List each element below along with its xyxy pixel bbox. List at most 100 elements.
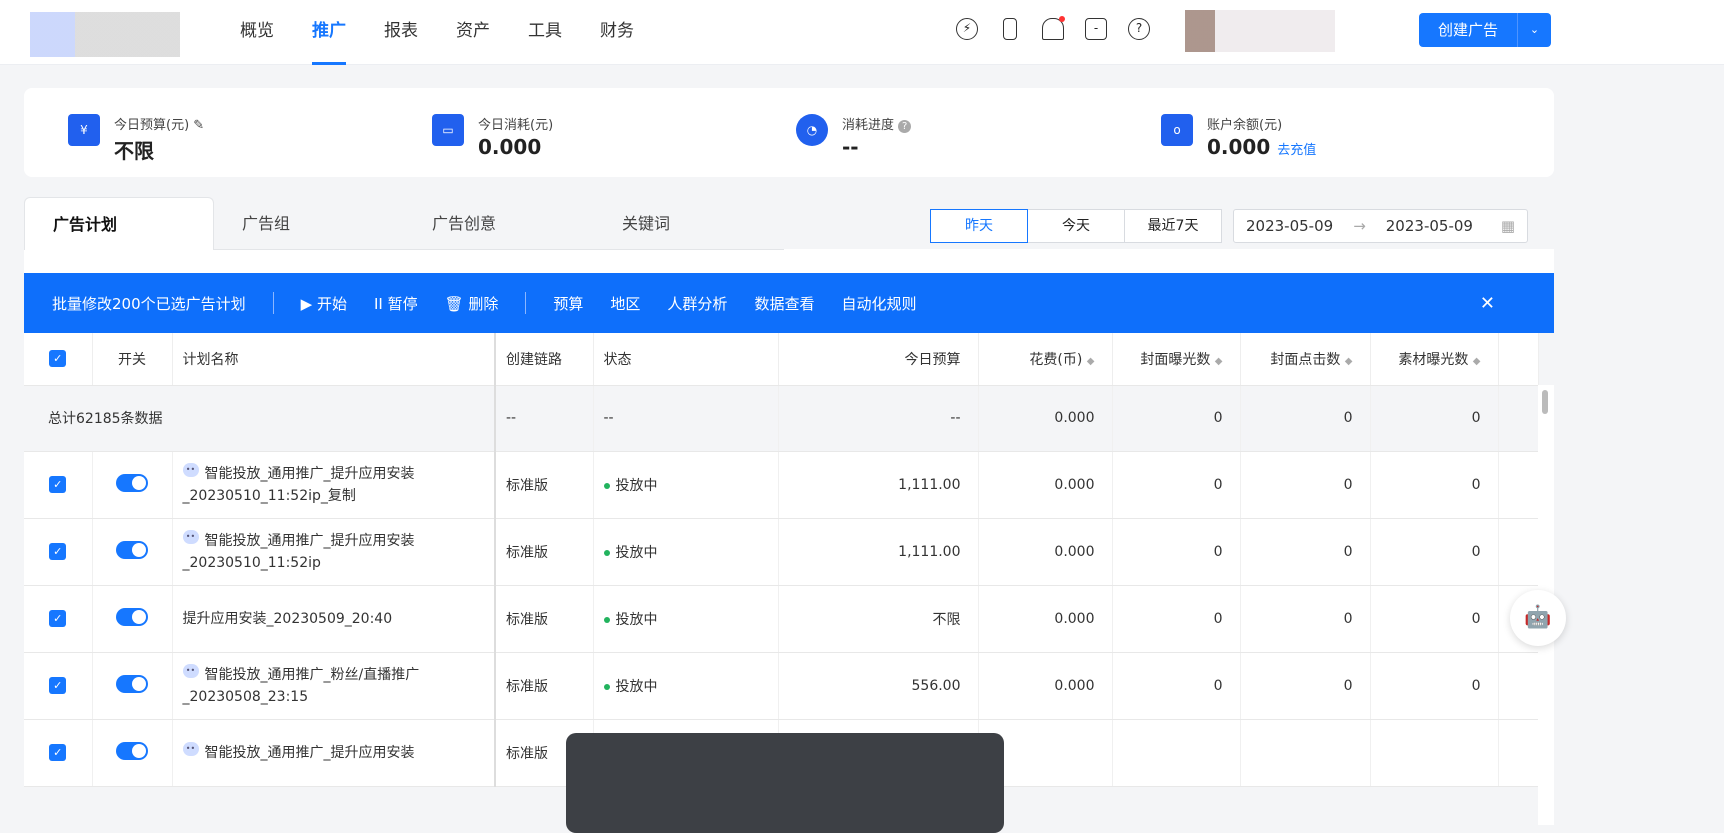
row-toggle[interactable] xyxy=(116,741,148,760)
user-avatar[interactable] xyxy=(1185,10,1335,52)
smart-bot-icon: •• xyxy=(182,529,199,544)
cell-chain: 标准版 xyxy=(495,585,594,653)
date-quick-select: 昨天 今天 最近7天 xyxy=(930,209,1222,243)
calendar-icon[interactable]: ▦ xyxy=(1501,217,1515,235)
batch-budget-button[interactable]: 预算 xyxy=(553,293,583,314)
recharge-link[interactable]: 去充值 xyxy=(1277,143,1316,158)
table-row[interactable]: ✓ 提升应用安装_20230509_20:40 标准版 投放中 不限 0.000… xyxy=(24,585,1539,653)
cell-spend: 0.000 xyxy=(978,652,1113,720)
select-all-checkbox[interactable]: ✓ xyxy=(49,350,67,368)
top-nav: 概览 推广 报表 资产 工具 财务 ⚡ - ? 创建广告 ⌄ xyxy=(0,0,1724,65)
tab-keywords[interactable]: 关键词 xyxy=(594,197,784,250)
row-toggle[interactable] xyxy=(116,607,148,626)
cell-spend: 0.000 xyxy=(978,385,1113,452)
tab-creatives[interactable]: 广告创意 xyxy=(404,197,594,250)
row-checkbox[interactable]: ✓ xyxy=(49,744,67,761)
batch-title: 批量修改200个已选广告计划 xyxy=(52,294,246,313)
table-row[interactable]: ✓ •• 智能投放_通用推广_提升应用安装_20230510_11:52ip_复制… xyxy=(24,451,1539,519)
row-toggle[interactable] xyxy=(116,473,148,492)
batch-action-bar: 批量修改200个已选广告计划 ▶ 开始 II 暂停 🗑 删除 预算 地区 人群分… xyxy=(24,273,1554,333)
cell-cover-click: 0 xyxy=(1240,585,1371,653)
tab-ad-groups[interactable]: 广告组 xyxy=(214,197,404,250)
sort-icon: ◆ xyxy=(1344,355,1353,367)
stat-label: 消耗进度 xyxy=(842,118,895,133)
row-toggle[interactable] xyxy=(116,674,148,693)
cell-material-exposure: 0 xyxy=(1370,652,1499,720)
date-start[interactable]: 2023-05-09 xyxy=(1246,217,1333,235)
nav-tools[interactable]: 工具 xyxy=(528,0,562,65)
assistant-robot-icon[interactable]: 🤖 xyxy=(1510,590,1566,646)
nav-assets[interactable]: 资产 xyxy=(456,0,490,65)
batch-region-button[interactable]: 地区 xyxy=(610,293,640,314)
date-end[interactable]: 2023-05-09 xyxy=(1386,217,1473,235)
date-last7[interactable]: 最近7天 xyxy=(1124,209,1222,243)
col-cover-click[interactable]: 封面点击数 ◆ xyxy=(1240,333,1371,386)
table-row[interactable]: ✓ •• 智能投放_通用推广_粉丝/直播推广_20230508_23:15 标准版… xyxy=(24,652,1539,720)
message-icon[interactable]: - xyxy=(1085,18,1107,40)
nav-reports[interactable]: 报表 xyxy=(384,0,418,65)
col-switch: 开关 xyxy=(92,333,173,386)
batch-delete-button[interactable]: 🗑 删除 xyxy=(445,293,499,314)
table-row[interactable]: ✓ •• 智能投放_通用推广_提升应用安装_20230510_11:52ip 标准… xyxy=(24,518,1539,586)
tab-campaigns[interactable]: 广告计划 xyxy=(24,197,214,250)
batch-pause-button[interactable]: II 暂停 xyxy=(374,293,418,314)
cell-budget[interactable]: 1,111.00 xyxy=(778,518,979,586)
date-yesterday[interactable]: 昨天 xyxy=(930,209,1028,243)
smart-bot-icon: •• xyxy=(182,462,199,477)
col-spend[interactable]: 花费(币) ◆ xyxy=(978,333,1113,386)
batch-start-button[interactable]: ▶ 开始 xyxy=(301,293,347,314)
floating-toolbar[interactable] xyxy=(566,733,1004,833)
campaign-name[interactable]: 智能投放_通用推广_提升应用安装_20230510_11:52ip xyxy=(183,533,415,571)
help-icon[interactable]: ? xyxy=(1128,18,1150,40)
pie-icon: ◔ xyxy=(796,114,828,146)
status-dot xyxy=(603,616,610,623)
batch-automation-button[interactable]: 自动化规则 xyxy=(841,293,916,314)
help-icon[interactable]: ? xyxy=(898,120,912,133)
stat-label: 今日消耗(元) xyxy=(478,118,554,133)
campaign-name[interactable]: 智能投放_通用推广_粉丝/直播推广_20230508_23:15 xyxy=(183,667,420,705)
smart-bot-icon: •• xyxy=(182,663,199,678)
cell-budget[interactable]: 556.00 xyxy=(778,652,979,720)
chevron-down-icon[interactable]: ⌄ xyxy=(1517,13,1551,47)
nav-promotion[interactable]: 推广 xyxy=(312,0,346,65)
bell-icon[interactable] xyxy=(1042,16,1065,40)
row-checkbox[interactable]: ✓ xyxy=(49,610,67,627)
sort-icon: ◆ xyxy=(1086,355,1095,367)
row-checkbox[interactable]: ✓ xyxy=(49,543,67,560)
date-range-picker[interactable]: 2023-05-09 → 2023-05-09 ▦ xyxy=(1233,209,1528,243)
col-chain: 创建链路 xyxy=(495,333,594,386)
campaign-table: ✓ 开关 计划名称 创建链路 状态 今日预算 花费(币) ◆ 封面曝光数 ◆ 封… xyxy=(24,333,1539,787)
stat-balance: o 账户余额(元) 0.000 去充值 xyxy=(1161,114,1316,159)
cell-spend: 0.000 xyxy=(978,451,1113,519)
col-cover-exposure[interactable]: 封面曝光数 ◆ xyxy=(1112,333,1241,386)
campaign-name[interactable]: 提升应用安装_20230509_20:40 xyxy=(183,611,393,627)
summary-card: ¥ 今日预算(元) ✎ 不限 ▭ 今日消耗(元) 0.000 ◔ 消耗进度 ? … xyxy=(24,88,1554,177)
batch-audience-button[interactable]: 人群分析 xyxy=(667,293,727,314)
nav-finance[interactable]: 财务 xyxy=(600,0,634,65)
date-today[interactable]: 今天 xyxy=(1027,209,1125,243)
lightning-icon[interactable]: ⚡ xyxy=(956,18,978,40)
cell-spend: 0.000 xyxy=(978,518,1113,586)
campaign-name[interactable]: 智能投放_通用推广_提升应用安装_20230510_11:52ip_复制 xyxy=(183,466,415,504)
create-ad-label[interactable]: 创建广告 xyxy=(1419,13,1517,47)
stat-progress: ◔ 消耗进度 ? -- xyxy=(796,114,912,159)
edit-icon[interactable]: ✎ xyxy=(193,118,204,133)
cell-budget[interactable]: 1,111.00 xyxy=(778,451,979,519)
wallet-card-icon: ▭ xyxy=(432,114,464,146)
nav-overview[interactable]: 概览 xyxy=(240,0,274,65)
create-ad-button[interactable]: 创建广告 ⌄ xyxy=(1419,13,1551,47)
cell-material-exposure xyxy=(1370,719,1499,787)
row-checkbox[interactable]: ✓ xyxy=(49,476,67,493)
logo xyxy=(30,12,180,57)
campaign-name[interactable]: 智能投放_通用推广_提升应用安装 xyxy=(205,745,415,761)
row-checkbox[interactable]: ✓ xyxy=(49,677,67,694)
cell-budget[interactable]: 不限 xyxy=(778,585,979,653)
mobile-icon[interactable] xyxy=(1003,18,1017,40)
cell-cover-exposure: 0 xyxy=(1112,652,1241,720)
tab-bar: 广告计划 广告组 广告创意 关键词 xyxy=(24,197,784,250)
batch-data-button[interactable]: 数据查看 xyxy=(754,293,814,314)
close-icon[interactable]: ✕ xyxy=(1480,293,1495,314)
row-toggle[interactable] xyxy=(116,540,148,559)
col-material-exposure[interactable]: 素材曝光数 ◆ xyxy=(1370,333,1499,386)
status-dot xyxy=(603,482,610,489)
